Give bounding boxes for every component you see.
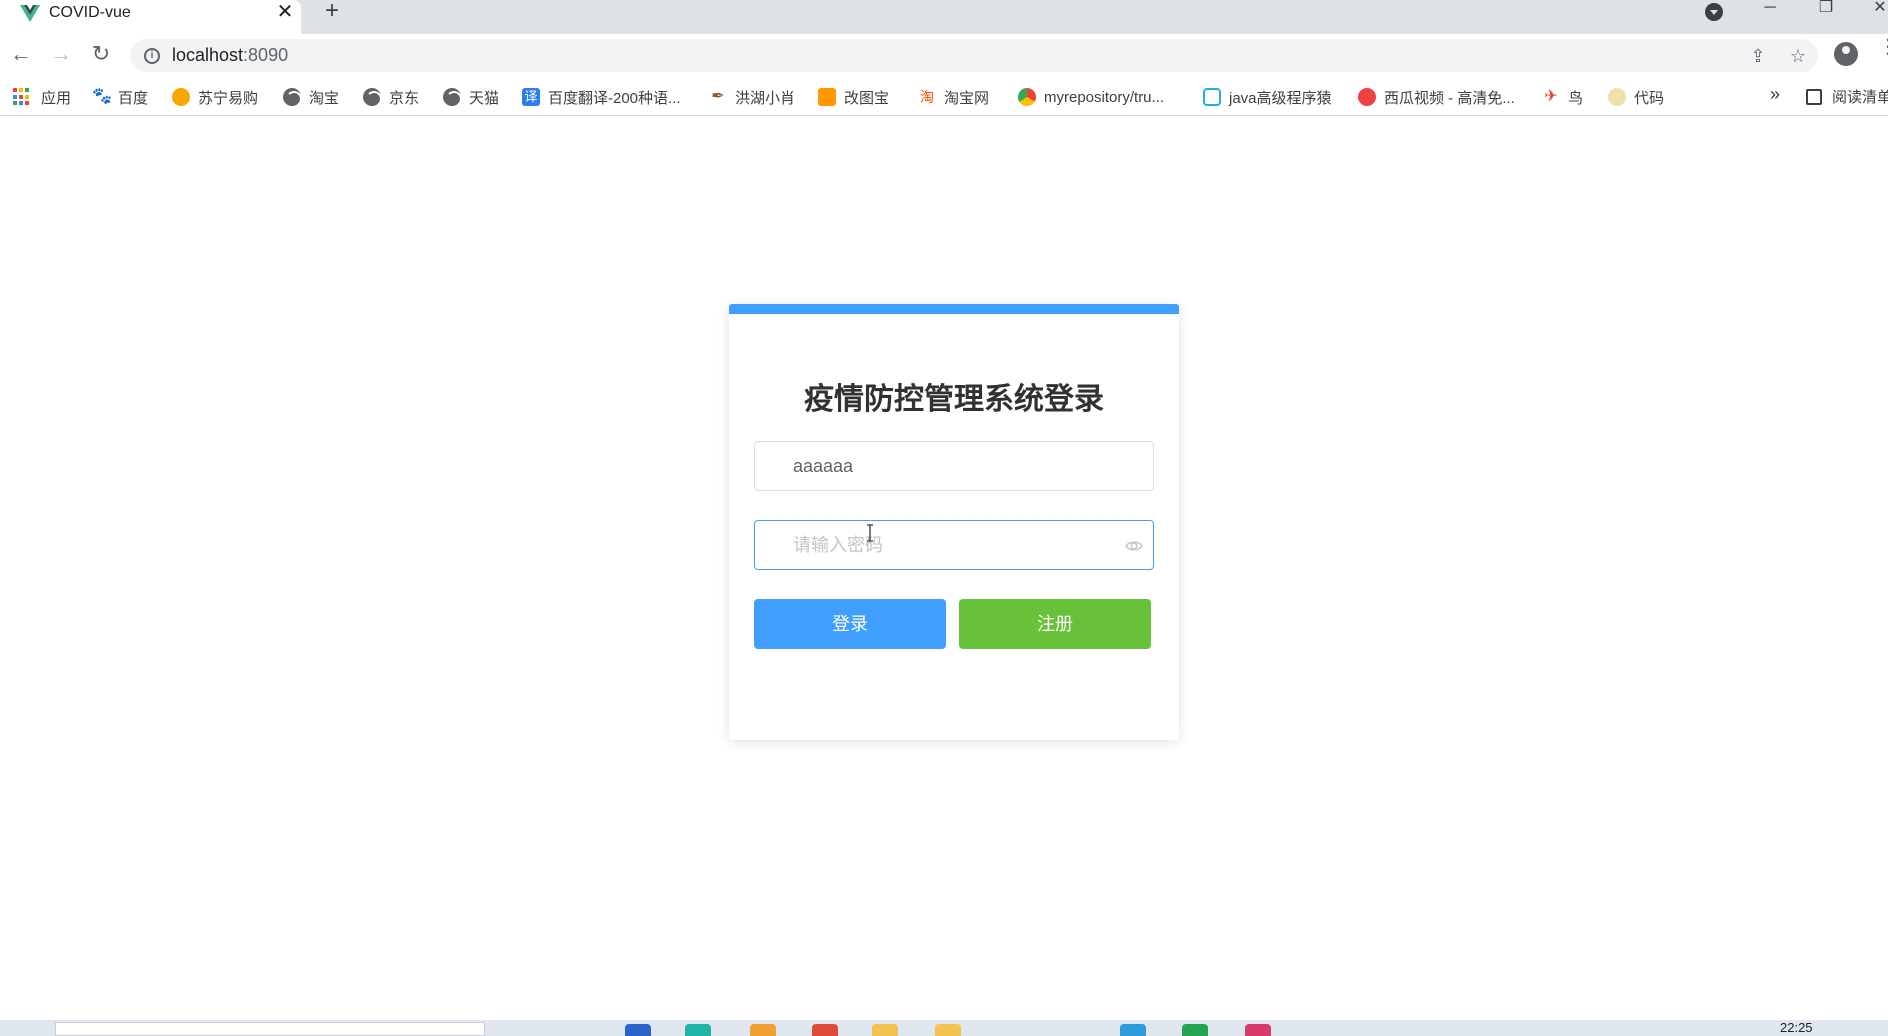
- profile-avatar-icon[interactable]: [1834, 42, 1858, 66]
- globe-icon: [443, 88, 462, 107]
- login-card: 疫情防控管理系统登录 登录 注册: [729, 304, 1179, 740]
- bookmark-bilibili[interactable]: java高级程序猿: [1203, 86, 1332, 108]
- taskbar-app-icon[interactable]: [1245, 1024, 1271, 1036]
- bird-icon: ✒: [711, 88, 725, 105]
- page-title: 疫情防控管理系统登录: [804, 383, 1104, 416]
- taskbar-app-icon[interactable]: [1182, 1024, 1208, 1036]
- window-close-button[interactable]: ✕: [1860, 0, 1888, 20]
- bookmark-label: 淘宝: [309, 89, 340, 107]
- taskbar-app-icon[interactable]: [872, 1024, 898, 1036]
- taskbar-app-icon[interactable]: [750, 1024, 776, 1036]
- bookmarks-overflow-icon[interactable]: »: [1770, 84, 1780, 105]
- username-field[interactable]: [754, 441, 1154, 491]
- bookmark-label: 应用: [41, 89, 72, 107]
- bookmark-label: 苏宁易购: [198, 89, 259, 107]
- taskbar-app-icon[interactable]: [625, 1024, 651, 1036]
- bookmark-star-icon[interactable]: ☆: [1787, 45, 1809, 67]
- code-icon: [1608, 88, 1626, 106]
- restore-button[interactable]: ❐: [1806, 0, 1846, 20]
- bookmark-bird[interactable]: ✈ 鸟: [1542, 86, 1583, 108]
- share-icon[interactable]: ⇪: [1747, 45, 1769, 67]
- bookmark-honghu[interactable]: ✒ 洪湖小肖: [709, 86, 795, 108]
- bookmark-taobao[interactable]: 淘宝: [283, 86, 339, 108]
- globe-icon: [283, 88, 302, 107]
- bookmark-label: 淘宝网: [944, 89, 990, 107]
- suning-icon: [172, 88, 190, 106]
- bookmark-gaitubao[interactable]: 改图宝: [818, 86, 889, 108]
- bookmark-label: 代码: [1634, 89, 1665, 107]
- bookmark-xigua[interactable]: 西瓜视频 - 高清免...: [1358, 86, 1515, 108]
- tab-title: COVID-vue: [49, 4, 131, 21]
- password-input[interactable]: [755, 521, 1153, 569]
- bookmark-apps[interactable]: 应用: [13, 86, 71, 108]
- reload-icon[interactable]: ↻: [88, 41, 114, 67]
- url-text[interactable]: localhost:8090: [172, 45, 288, 66]
- taskbar-search-box[interactable]: [55, 1022, 485, 1036]
- taskbar: 22:25: [0, 1020, 1888, 1036]
- eye-icon[interactable]: [1125, 537, 1143, 555]
- reading-list-icon: [1806, 88, 1822, 105]
- bilibili-icon: [1203, 88, 1221, 106]
- bookmark-taobao-net[interactable]: 淘 淘宝网: [918, 86, 989, 108]
- xigua-icon: [1358, 88, 1376, 106]
- bookmark-tmall[interactable]: 天猫: [443, 86, 499, 108]
- reading-list-button[interactable]: 阅读清单: [1806, 86, 1888, 107]
- url-port: :8090: [243, 45, 289, 65]
- bookmark-label: 洪湖小肖: [735, 89, 796, 107]
- baidu-icon: 🐾: [92, 88, 112, 105]
- password-field[interactable]: [754, 520, 1154, 570]
- tab-search-icon[interactable]: [1705, 3, 1723, 21]
- bookmark-label: 西瓜视频 - 高清免...: [1384, 89, 1515, 107]
- bookmark-baidu-translate[interactable]: 译 百度翻译-200种语...: [522, 86, 681, 108]
- minimize-button[interactable]: ─: [1750, 0, 1790, 20]
- bookmark-label: 天猫: [469, 89, 500, 107]
- gaitubao-icon: [818, 88, 836, 106]
- url-host: localhost: [172, 45, 244, 65]
- new-tab-button[interactable]: +: [320, 0, 344, 24]
- username-input[interactable]: [755, 442, 1153, 490]
- taskbar-clock[interactable]: 22:25: [1780, 1020, 1813, 1035]
- bookmark-baidu[interactable]: 🐾 百度: [92, 86, 148, 108]
- bookmark-label: myrepository/tru...: [1044, 88, 1165, 106]
- bookmark-label: 鸟: [1568, 89, 1584, 107]
- bookmark-jd[interactable]: 京东: [363, 86, 419, 108]
- bookmark-suning[interactable]: 苏宁易购: [172, 86, 258, 108]
- browser-toolbar: ← → ↻ i localhost:8090 ⇪ ☆ ⋮: [0, 34, 1888, 76]
- bookmark-code[interactable]: 代码: [1608, 86, 1664, 108]
- forward-icon[interactable]: →: [48, 41, 74, 67]
- chrome-icon: [1018, 88, 1036, 106]
- taskbar-app-icon[interactable]: [935, 1024, 961, 1036]
- bookmark-label: 改图宝: [844, 89, 890, 107]
- reading-list-label: 阅读清单: [1832, 89, 1888, 106]
- site-info-icon[interactable]: i: [144, 48, 160, 64]
- bookmark-label: 百度翻译-200种语...: [548, 89, 681, 107]
- translate-icon: 译: [522, 88, 540, 106]
- back-icon[interactable]: ←: [8, 41, 34, 67]
- vue-logo-icon: [20, 5, 40, 22]
- login-button[interactable]: 登录: [754, 599, 946, 649]
- taskbar-app-icon[interactable]: [1120, 1024, 1146, 1036]
- tab-close-icon[interactable]: ✕: [275, 1, 295, 23]
- browser-tab[interactable]: COVID-vue ✕: [0, 0, 301, 34]
- taobao-icon: 淘: [920, 89, 934, 105]
- bookmark-myrepository[interactable]: myrepository/tru...: [1018, 86, 1164, 108]
- register-button[interactable]: 注册: [959, 599, 1151, 649]
- bookmark-label: java高级程序猿: [1229, 89, 1332, 107]
- bookmark-label: 京东: [389, 89, 420, 107]
- bird-red-icon: ✈: [1544, 88, 1558, 105]
- globe-icon: [363, 88, 382, 107]
- bookmark-label: 百度: [118, 89, 149, 107]
- bookmarks-bar: 应用 🐾 百度 苏宁易购 淘宝 京东 天猫 译 百度翻译-200种语... ✒ …: [0, 76, 1888, 116]
- taskbar-app-icon[interactable]: [685, 1024, 711, 1036]
- chrome-menu-icon[interactable]: ⋮: [1878, 37, 1888, 66]
- address-bar[interactable]: i localhost:8090 ⇪ ☆: [130, 39, 1818, 72]
- text-cursor-icon: [867, 524, 873, 542]
- tab-strip: COVID-vue ✕ + ─ ❐ ✕: [0, 0, 1888, 34]
- apps-icon: [13, 88, 31, 106]
- taskbar-app-icon[interactable]: [812, 1024, 838, 1036]
